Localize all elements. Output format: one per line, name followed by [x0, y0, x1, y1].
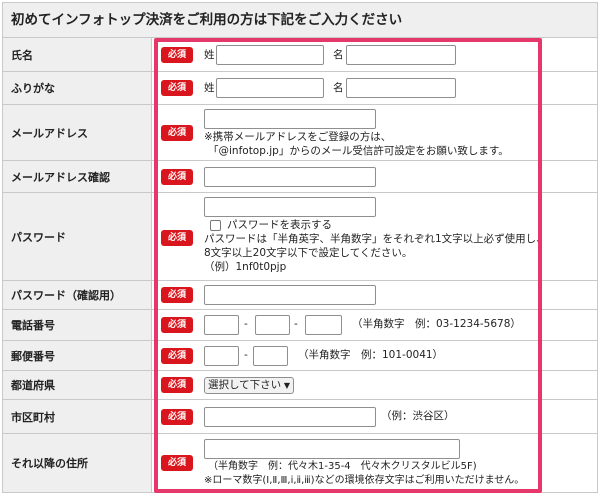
row-city: 市区町村 必須 （例：渋谷区）	[2, 400, 598, 434]
phone-hint: （半角数字 例：03-1234-5678）	[352, 318, 521, 330]
row-name: 氏名 必須 姓 名	[2, 38, 598, 72]
value-furigana: 必須 姓 名	[152, 72, 598, 104]
label-password: パスワード	[2, 193, 152, 280]
postal-hint: （半角数字 例：101-0041）	[298, 349, 444, 361]
required-badge: 必須	[161, 80, 193, 96]
prefecture-selected: 選択して下さい	[208, 379, 282, 391]
required-badge: 必須	[161, 230, 193, 246]
password-example: （例）1nf0t0pjp	[204, 261, 287, 273]
label-name: 氏名	[2, 38, 152, 71]
value-email-confirm: 必須	[152, 161, 598, 192]
required-badge: 必須	[161, 409, 193, 425]
row-furigana: ふりがな 必須 姓 名	[2, 72, 598, 105]
form-header: 初めてインフォトップ決済をご利用の方は下記をご入力ください	[2, 2, 598, 38]
label-phone: 電話番号	[2, 310, 152, 340]
row-password: パスワード 必須 パスワードを表示する パスワードは「半角英字、半角数字」をそれ…	[2, 193, 598, 281]
required-badge: 必須	[161, 348, 193, 364]
prefecture-select[interactable]: 選択して下さい ▼	[204, 377, 294, 394]
row-phone: 電話番号 必須 - - （半角数字 例：03-1234-5678）	[2, 310, 598, 341]
postal-separator: -	[244, 349, 248, 361]
label-prefecture: 都道府県	[2, 371, 152, 399]
show-password-label[interactable]: パスワードを表示する	[227, 219, 332, 232]
label-password-confirm: パスワード（確認用）	[2, 281, 152, 309]
value-password: 必須 パスワードを表示する パスワードは「半角英字、半角数字」をそれぞれ1文字以…	[152, 193, 598, 280]
value-email: 必須 ※携帯メールアドレスをご登録の方は、 「@infotop.jp」からのメー…	[152, 105, 598, 160]
furigana-sei-input[interactable]	[216, 78, 324, 98]
sei-label: 姓	[204, 49, 215, 61]
value-prefecture: 必須 選択して下さい ▼	[152, 371, 598, 399]
required-badge: 必須	[161, 125, 193, 141]
label-city: 市区町村	[2, 400, 152, 433]
value-city: 必須 （例：渋谷区）	[152, 400, 598, 433]
label-email-confirm: メールアドレス確認	[2, 161, 152, 192]
label-postal: 郵便番号	[2, 341, 152, 370]
name-mei-input[interactable]	[346, 45, 456, 65]
value-address: 必須 （半角数字 例：代々木1-35-4 代々木クリスタルビル5F) ※ローマ数…	[152, 434, 598, 492]
row-prefecture: 都道府県 必須 選択して下さい ▼	[2, 371, 598, 400]
password-confirm-input[interactable]	[204, 285, 376, 305]
row-password-confirm: パスワード（確認用） 必須	[2, 281, 598, 310]
required-badge: 必須	[161, 169, 193, 185]
email-note-2: 「@infotop.jp」からのメール受信許可設定をお願い致します。	[208, 145, 509, 157]
value-phone: 必須 - - （半角数字 例：03-1234-5678）	[152, 310, 598, 340]
phone-input-1[interactable]	[204, 315, 239, 335]
address-input[interactable]	[204, 439, 460, 459]
value-password-confirm: 必須	[152, 281, 598, 309]
row-email: メールアドレス 必須 ※携帯メールアドレスをご登録の方は、 「@infotop.…	[2, 105, 598, 161]
value-name: 必須 姓 名	[152, 38, 598, 71]
address-hint-2: ※ローマ数字(Ⅰ,Ⅱ,Ⅲ,ⅰ,ⅱ,ⅲ)などの環境依存文字はご利用いただけません。	[204, 475, 525, 486]
required-badge: 必須	[161, 287, 193, 303]
row-address: それ以降の住所 必須 （半角数字 例：代々木1-35-4 代々木クリスタルビル5…	[2, 434, 598, 493]
sei-label: 姓	[204, 82, 215, 94]
furigana-mei-input[interactable]	[346, 78, 456, 98]
chevron-down-icon: ▼	[283, 381, 290, 390]
password-rule-2: 8文字以上20文字以下で設定してください。	[204, 247, 413, 259]
city-hint: （例：渋谷区）	[381, 410, 455, 422]
required-badge: 必須	[161, 377, 193, 393]
mei-label: 名	[333, 49, 344, 61]
required-badge: 必須	[161, 47, 193, 63]
label-address: それ以降の住所	[2, 434, 152, 492]
phone-input-3[interactable]	[305, 315, 342, 335]
registration-form-table: 氏名 必須 姓 名 ふりがな 必須 姓 名 メールアドレス 必須 ※携帯メールア…	[2, 38, 598, 493]
city-input[interactable]	[204, 407, 376, 427]
address-hint-1: （半角数字 例：代々木1-35-4 代々木クリスタルビル5F)	[208, 461, 477, 472]
label-email: メールアドレス	[2, 105, 152, 160]
email-note-1: ※携帯メールアドレスをご登録の方は、	[204, 131, 392, 143]
row-postal: 郵便番号 必須 - （半角数字 例：101-0041）	[2, 341, 598, 371]
label-furigana: ふりがな	[2, 72, 152, 104]
show-password-checkbox[interactable]	[210, 220, 221, 231]
phone-separator: -	[244, 318, 248, 330]
phone-input-2[interactable]	[255, 315, 290, 335]
phone-separator: -	[294, 318, 298, 330]
postal-input-1[interactable]	[204, 346, 239, 366]
password-rule-1: パスワードは「半角英字、半角数字」をそれぞれ1文字以上必ず使用し、	[204, 233, 547, 245]
required-badge: 必須	[161, 317, 193, 333]
postal-input-2[interactable]	[253, 346, 288, 366]
email-input[interactable]	[204, 109, 376, 129]
value-postal: 必須 - （半角数字 例：101-0041）	[152, 341, 598, 370]
name-sei-input[interactable]	[216, 45, 324, 65]
mei-label: 名	[333, 82, 344, 94]
row-email-confirm: メールアドレス確認 必須	[2, 161, 598, 193]
email-confirm-input[interactable]	[204, 167, 376, 187]
password-input[interactable]	[204, 197, 376, 217]
required-badge: 必須	[161, 455, 193, 471]
